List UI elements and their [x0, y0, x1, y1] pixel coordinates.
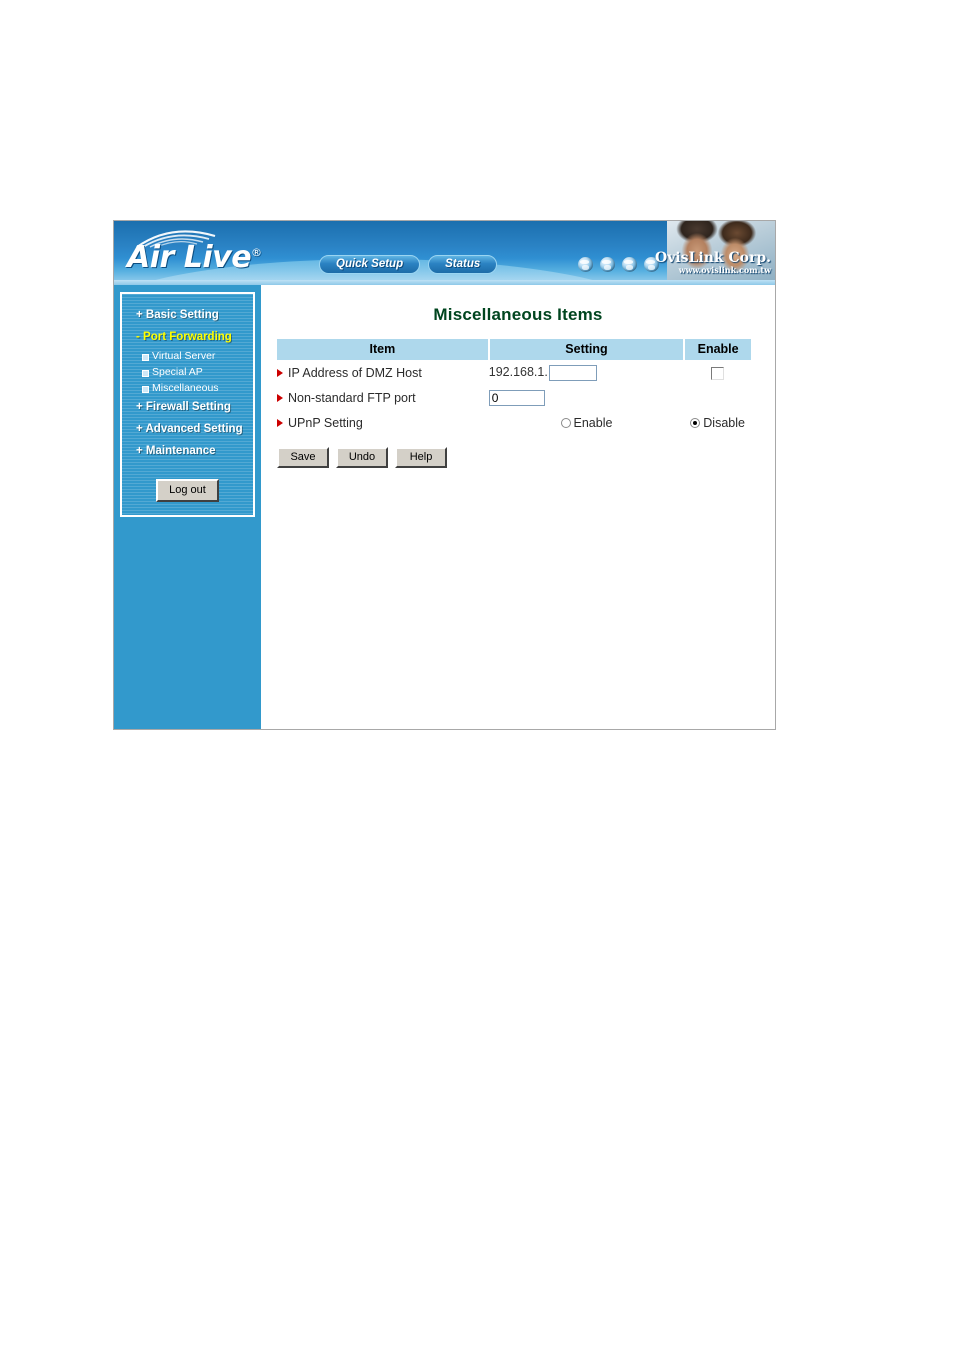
- row-label-upnp-text: UPnP Setting: [288, 415, 363, 430]
- sidebar-item-firewall-setting[interactable]: + Firewall Setting: [122, 396, 253, 418]
- dmz-host-ip-input[interactable]: [548, 364, 597, 381]
- sidebar-menu-box: + Basic Setting - Port Forwarding Virtua…: [120, 292, 255, 517]
- row-setting-upnp: Enable: [489, 410, 684, 435]
- banner-bottom-accent: [114, 280, 775, 285]
- dmz-host-enable-checkbox[interactable]: [711, 366, 725, 380]
- globe-icon-2[interactable]: [600, 257, 615, 272]
- bullet-icon: [142, 370, 149, 377]
- upnp-enable-radio-option[interactable]: Enable: [560, 415, 613, 430]
- page-body: + Basic Setting - Port Forwarding Virtua…: [114, 285, 775, 729]
- airlive-logo-wordmark: Air Live: [127, 240, 252, 275]
- globe-icon-1[interactable]: [578, 257, 593, 272]
- sidebar-item-special-ap-label: Special AP: [152, 366, 203, 378]
- row-enable-upnp: Disable: [684, 410, 751, 435]
- bullet-icon: [142, 354, 149, 361]
- column-header-enable: Enable: [684, 339, 751, 360]
- save-button[interactable]: Save: [277, 447, 329, 468]
- sidebar-item-advanced-setting[interactable]: + Advanced Setting: [122, 418, 253, 440]
- upnp-disable-label: Disable: [703, 415, 745, 430]
- column-header-setting: Setting: [488, 339, 686, 360]
- row-enable-dmz-host: [684, 360, 751, 385]
- sidebar-item-miscellaneous[interactable]: Miscellaneous: [122, 380, 253, 396]
- airlive-logo-text: Air Live®: [127, 240, 262, 275]
- upnp-disable-radio[interactable]: [690, 418, 701, 429]
- logout-button[interactable]: Log out: [156, 479, 219, 502]
- row-label-dmz-host: IP Address of DMZ Host: [277, 360, 489, 385]
- globe-icon-3[interactable]: [622, 257, 637, 272]
- triangle-bullet-icon: [277, 394, 283, 403]
- logout-container: Log out: [122, 479, 253, 502]
- registered-mark-icon: ®: [251, 246, 262, 259]
- bullet-icon: [142, 386, 149, 393]
- row-label-dmz-host-text: IP Address of DMZ Host: [288, 365, 422, 380]
- action-button-bar: Save Undo Help: [277, 447, 761, 468]
- triangle-bullet-icon: [277, 419, 283, 428]
- row-setting-dmz-host: 192.168.1.: [489, 360, 684, 385]
- dmz-ip-prefix: 192.168.1.: [488, 364, 548, 379]
- miscellaneous-settings-table: Item Setting Enable IP Address of DMZ Ho…: [277, 339, 751, 435]
- row-enable-ftp-port: [684, 385, 751, 410]
- sidebar: + Basic Setting - Port Forwarding Virtua…: [114, 285, 261, 729]
- router-admin-window: Air Live® Quick Setup Status OvisLink Co…: [113, 220, 776, 730]
- sidebar-item-port-forwarding[interactable]: - Port Forwarding: [122, 326, 253, 348]
- status-button[interactable]: Status: [428, 255, 498, 274]
- table-row-upnp: UPnP Setting Enable Disable: [277, 410, 751, 435]
- sidebar-item-virtual-server[interactable]: Virtual Server: [122, 348, 253, 364]
- upnp-disable-radio-option[interactable]: Disable: [690, 416, 745, 430]
- row-label-upnp: UPnP Setting: [277, 410, 489, 435]
- quick-setup-button[interactable]: Quick Setup: [319, 255, 421, 274]
- column-header-item: Item: [277, 339, 490, 360]
- upnp-enable-radio[interactable]: [560, 418, 571, 429]
- table-header-row: Item Setting Enable: [277, 339, 751, 360]
- sidebar-item-special-ap[interactable]: Special AP: [122, 364, 253, 380]
- main-content: Miscellaneous Items Item Setting Enable …: [261, 285, 775, 729]
- table-row-ftp-port: Non-standard FTP port: [277, 385, 751, 410]
- sidebar-item-miscellaneous-label: Miscellaneous: [152, 382, 219, 394]
- globe-icon-group: [578, 257, 659, 272]
- triangle-bullet-icon: [277, 369, 283, 378]
- table-row-dmz-host: IP Address of DMZ Host 192.168.1.: [277, 360, 751, 385]
- header-nav: Quick Setup Status: [319, 255, 498, 274]
- help-button[interactable]: Help: [395, 447, 447, 468]
- row-setting-ftp-port: [488, 385, 684, 410]
- sidebar-item-basic-setting[interactable]: + Basic Setting: [122, 304, 253, 326]
- sidebar-item-maintenance[interactable]: + Maintenance: [122, 440, 253, 462]
- ovislink-company-name: OvisLink Corp.: [655, 250, 771, 266]
- undo-button[interactable]: Undo: [336, 447, 388, 468]
- row-label-ftp-port-text: Non-standard FTP port: [288, 390, 416, 405]
- upnp-enable-label: Enable: [573, 415, 613, 430]
- ovislink-website-url: www.ovislink.com.tw: [678, 264, 771, 275]
- header-banner: Air Live® Quick Setup Status OvisLink Co…: [114, 221, 775, 285]
- row-label-ftp-port: Non-standard FTP port: [277, 385, 489, 410]
- page-title: Miscellaneous Items: [433, 305, 603, 324]
- ovislink-branding: OvisLink Corp. www.ovislink.com.tw: [655, 251, 771, 274]
- sidebar-item-virtual-server-label: Virtual Server: [152, 350, 216, 362]
- ftp-port-input[interactable]: [488, 389, 545, 406]
